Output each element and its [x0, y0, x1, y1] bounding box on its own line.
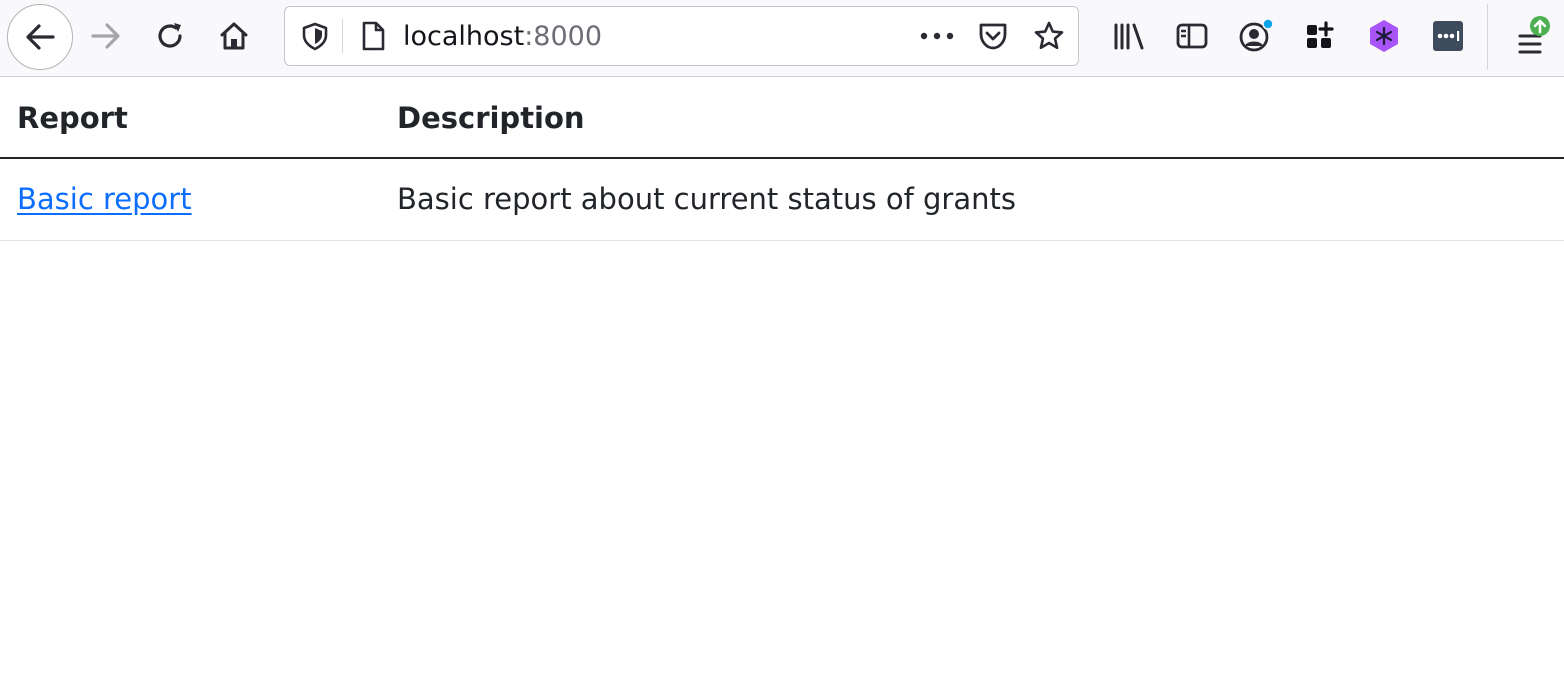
page-actions-button[interactable]: [913, 16, 961, 56]
url-text[interactable]: localhost:8000: [403, 20, 602, 54]
extension-grid-icon: [1307, 21, 1334, 48]
back-icon: [26, 24, 55, 50]
table-header-row: Report Description: [0, 78, 1564, 159]
star-icon: [1034, 21, 1064, 50]
report-link[interactable]: Basic report: [17, 182, 192, 216]
pocket-button[interactable]: [971, 16, 1015, 56]
site-info-button[interactable]: [353, 16, 393, 56]
table-row: Basic report Basic report about current …: [0, 158, 1564, 241]
back-button[interactable]: [7, 4, 73, 70]
shield-icon: [302, 22, 328, 51]
forward-button[interactable]: [84, 14, 128, 58]
menu-icon: [1518, 16, 1550, 54]
extension-grid-button[interactable]: [1298, 14, 1342, 58]
description-cell: Basic report about current status of gra…: [380, 158, 1564, 241]
home-button[interactable]: [212, 14, 256, 58]
page-content: Report Description Basic report Basic re…: [0, 78, 1564, 241]
url-separator: [342, 19, 343, 53]
bookmark-star-button[interactable]: [1027, 16, 1071, 56]
url-bar[interactable]: localhost:8000: [284, 6, 1079, 66]
report-cell: Basic report: [0, 158, 380, 241]
extension-purple-icon: [1370, 20, 1398, 52]
more-icon: [920, 32, 954, 40]
extension-purple-button[interactable]: [1362, 14, 1406, 58]
column-header-description: Description: [380, 78, 1564, 159]
tracking-protection-button[interactable]: [295, 16, 335, 56]
sidebar-icon: [1176, 23, 1208, 49]
reports-table: Report Description Basic report Basic re…: [0, 78, 1564, 241]
column-header-report: Report: [0, 78, 380, 159]
browser-toolbar: localhost:8000: [0, 0, 1564, 77]
pocket-icon: [979, 23, 1007, 50]
account-button[interactable]: [1234, 14, 1278, 58]
reload-button[interactable]: [148, 14, 192, 58]
forward-icon: [91, 23, 120, 49]
reload-icon: [158, 23, 182, 48]
library-icon: [1114, 23, 1144, 50]
toolbar-separator: [1487, 4, 1488, 70]
sidebar-button[interactable]: [1170, 14, 1214, 58]
account-icon: [1239, 18, 1274, 52]
url-port: :8000: [524, 21, 603, 52]
url-host: localhost: [403, 21, 525, 52]
extension-dark-icon: [1433, 21, 1463, 51]
extension-dark-button[interactable]: [1426, 14, 1470, 58]
page-icon: [362, 21, 385, 51]
app-menu-button[interactable]: [1508, 14, 1552, 58]
home-icon: [220, 22, 248, 50]
library-button[interactable]: [1107, 14, 1151, 58]
